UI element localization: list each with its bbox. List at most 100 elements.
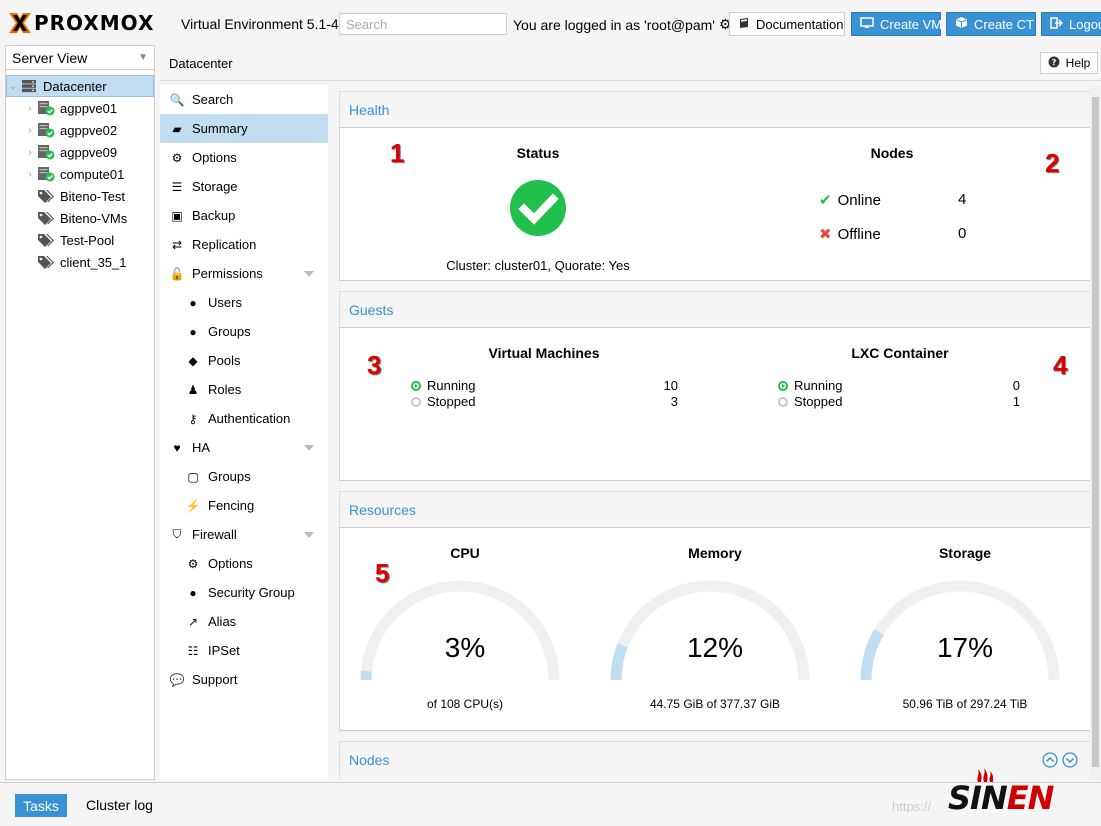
help-label: Help	[1065, 56, 1091, 70]
nav-item-storage[interactable]: ☰ Storage	[160, 172, 328, 201]
expand-icon[interactable]: ›	[24, 103, 36, 114]
tree-item-pool[interactable]: Test-Pool	[6, 229, 154, 251]
book-icon	[738, 17, 750, 32]
nav-item-ipset[interactable]: ☷ IPSet	[160, 636, 328, 665]
tree-item-datacenter[interactable]: ⌄ Datacenter	[6, 75, 154, 97]
caret-down-icon[interactable]	[304, 445, 314, 451]
nodes-offline-row: ✖ Offline	[819, 225, 881, 244]
nav-item-fencing[interactable]: ⚡ Fencing	[160, 491, 328, 520]
lxc-running-label: Running	[794, 378, 843, 393]
tree-item-node[interactable]: › agppve09	[6, 141, 154, 163]
nav-item-options[interactable]: ⚙ Options	[160, 143, 328, 172]
tree-item-label: Biteno-VMs	[60, 210, 128, 226]
scrollbar-thumb[interactable]	[1092, 97, 1099, 767]
tab-cluster-log[interactable]: Cluster log	[86, 797, 153, 813]
documentation-label: Documentation	[756, 16, 844, 32]
nav-item-groups[interactable]: ▢ Groups	[160, 462, 328, 491]
logout-button[interactable]: Logout	[1041, 12, 1101, 36]
nav-item-ha[interactable]: ♥ HA	[160, 433, 328, 462]
external-link-icon: ↗	[187, 614, 199, 629]
sign-out-icon	[1050, 16, 1064, 32]
tree-item-node[interactable]: › agppve01	[6, 97, 154, 119]
nav-item-firewall[interactable]: ⛉ Firewall	[160, 520, 328, 549]
tree-item-pool[interactable]: Biteno-VMs	[6, 207, 154, 229]
top-bar: PROXMOX Virtual Environment 5.1-42 You a…	[0, 0, 1101, 46]
documentation-button[interactable]: Documentation	[729, 12, 845, 36]
lxc-title: LXC Container	[851, 345, 949, 361]
nav-item-support[interactable]: 💬 Support	[160, 665, 328, 694]
breadcrumb: Datacenter	[169, 56, 233, 71]
logout-label: Logout	[1069, 16, 1101, 32]
nav-item-label: Options	[208, 556, 253, 571]
storage-title: Storage	[938, 545, 992, 561]
nav-item-label: Storage	[192, 179, 238, 194]
guests-title: Guests	[349, 302, 394, 318]
lxc-stopped-row: Stopped	[778, 394, 842, 409]
nav-item-label: Fencing	[208, 498, 255, 513]
nav-item-label: Summary	[192, 121, 248, 136]
vm-running-count: 10	[663, 378, 678, 393]
guests-panel: 3 4 Virtual Machines Running 10 Stopped …	[339, 327, 1091, 481]
memory-percent: 12%	[686, 632, 744, 663]
server-view-label: Server View	[12, 49, 88, 66]
play-circle-icon	[778, 380, 788, 391]
tree-item-node[interactable]: › compute01	[6, 163, 154, 185]
nav-item-label: Firewall	[192, 527, 237, 542]
status-title: Status	[516, 145, 560, 161]
proxmox-x-icon	[9, 13, 31, 33]
nav-item-users[interactable]: ● Users	[160, 288, 328, 317]
check-circle-icon	[510, 180, 566, 236]
node-online-icon	[36, 100, 56, 116]
caret-down-icon[interactable]	[304, 532, 314, 538]
nav-item-authentication[interactable]: ⚷ Authentication	[160, 404, 328, 433]
nav-item-search[interactable]: 🔍 Search	[160, 85, 328, 114]
tree-item-pool[interactable]: Biteno-Test	[6, 185, 154, 207]
collapse-icon[interactable]: ⌄	[7, 81, 19, 92]
nav-item-summary[interactable]: ▰ Summary	[160, 114, 328, 143]
expand-icon[interactable]: ›	[24, 125, 36, 136]
annotation-marker: 4	[1053, 350, 1068, 380]
expand-icon[interactable]: ›	[24, 147, 36, 158]
nav-item-alias[interactable]: ↗ Alias	[160, 607, 328, 636]
nav-item-label: Options	[192, 150, 237, 165]
storage-percent: 17%	[936, 632, 994, 663]
tree-item-pool[interactable]: client_35_1	[6, 251, 154, 273]
content-scrollbar[interactable]	[1090, 85, 1101, 780]
nav-item-backup[interactable]: ▣ Backup	[160, 201, 328, 230]
caret-down-icon[interactable]	[304, 271, 314, 277]
nav-item-options[interactable]: ⚙ Options	[160, 549, 328, 578]
tree-item-label: client_35_1	[60, 254, 127, 270]
nav-item-label: Groups	[208, 469, 251, 484]
tree-item-label: agppve02	[60, 122, 118, 138]
annotation-marker: 1	[390, 138, 405, 168]
expand-icon[interactable]: ›	[24, 169, 36, 180]
annotation-marker: 3	[367, 350, 382, 380]
list-icon: ☷	[187, 643, 199, 658]
tree-item-node[interactable]: › agppve02	[6, 119, 154, 141]
breadcrumb-bar: Datacenter ? Help	[160, 45, 1101, 81]
nav-item-pools[interactable]: ◆ Pools	[160, 346, 328, 375]
nav-item-security-group[interactable]: ● Security Group	[160, 578, 328, 607]
online-count: 4	[958, 191, 967, 208]
search-input[interactable]	[339, 13, 507, 35]
lxc-stopped-count: 1	[1012, 394, 1020, 409]
nodes-online-row: ✔ Online	[819, 191, 881, 210]
vm-stopped-label: Stopped	[427, 394, 476, 409]
heartbeat-icon: ♥	[173, 440, 181, 455]
nav-item-permissions[interactable]: 🔓 Permissions	[160, 259, 328, 288]
cluster-info: Cluster: cluster01, Quorate: Yes	[446, 258, 630, 273]
nav-item-roles[interactable]: ♟ Roles	[160, 375, 328, 404]
help-button[interactable]: ? Help	[1040, 52, 1098, 74]
server-view-selector[interactable]: Server View ▼	[6, 46, 154, 70]
create-vm-button[interactable]: Create VM	[851, 12, 942, 36]
tab-tasks[interactable]: Tasks	[15, 794, 67, 817]
memory-gauge: 12%	[610, 580, 820, 710]
lxc-stopped-label: Stopped	[794, 394, 843, 409]
nav-item-label: Support	[192, 672, 238, 687]
create-ct-button[interactable]: Create CT	[946, 12, 1036, 36]
nav-item-groups[interactable]: ● Groups	[160, 317, 328, 346]
chevron-down-icon[interactable]: ▼	[138, 52, 148, 63]
logged-in-label[interactable]: You are logged in as 'root@pam' ⚙	[513, 16, 732, 33]
nav-item-replication[interactable]: ⇄ Replication	[160, 230, 328, 259]
unlock-icon: 🔓	[169, 266, 185, 281]
